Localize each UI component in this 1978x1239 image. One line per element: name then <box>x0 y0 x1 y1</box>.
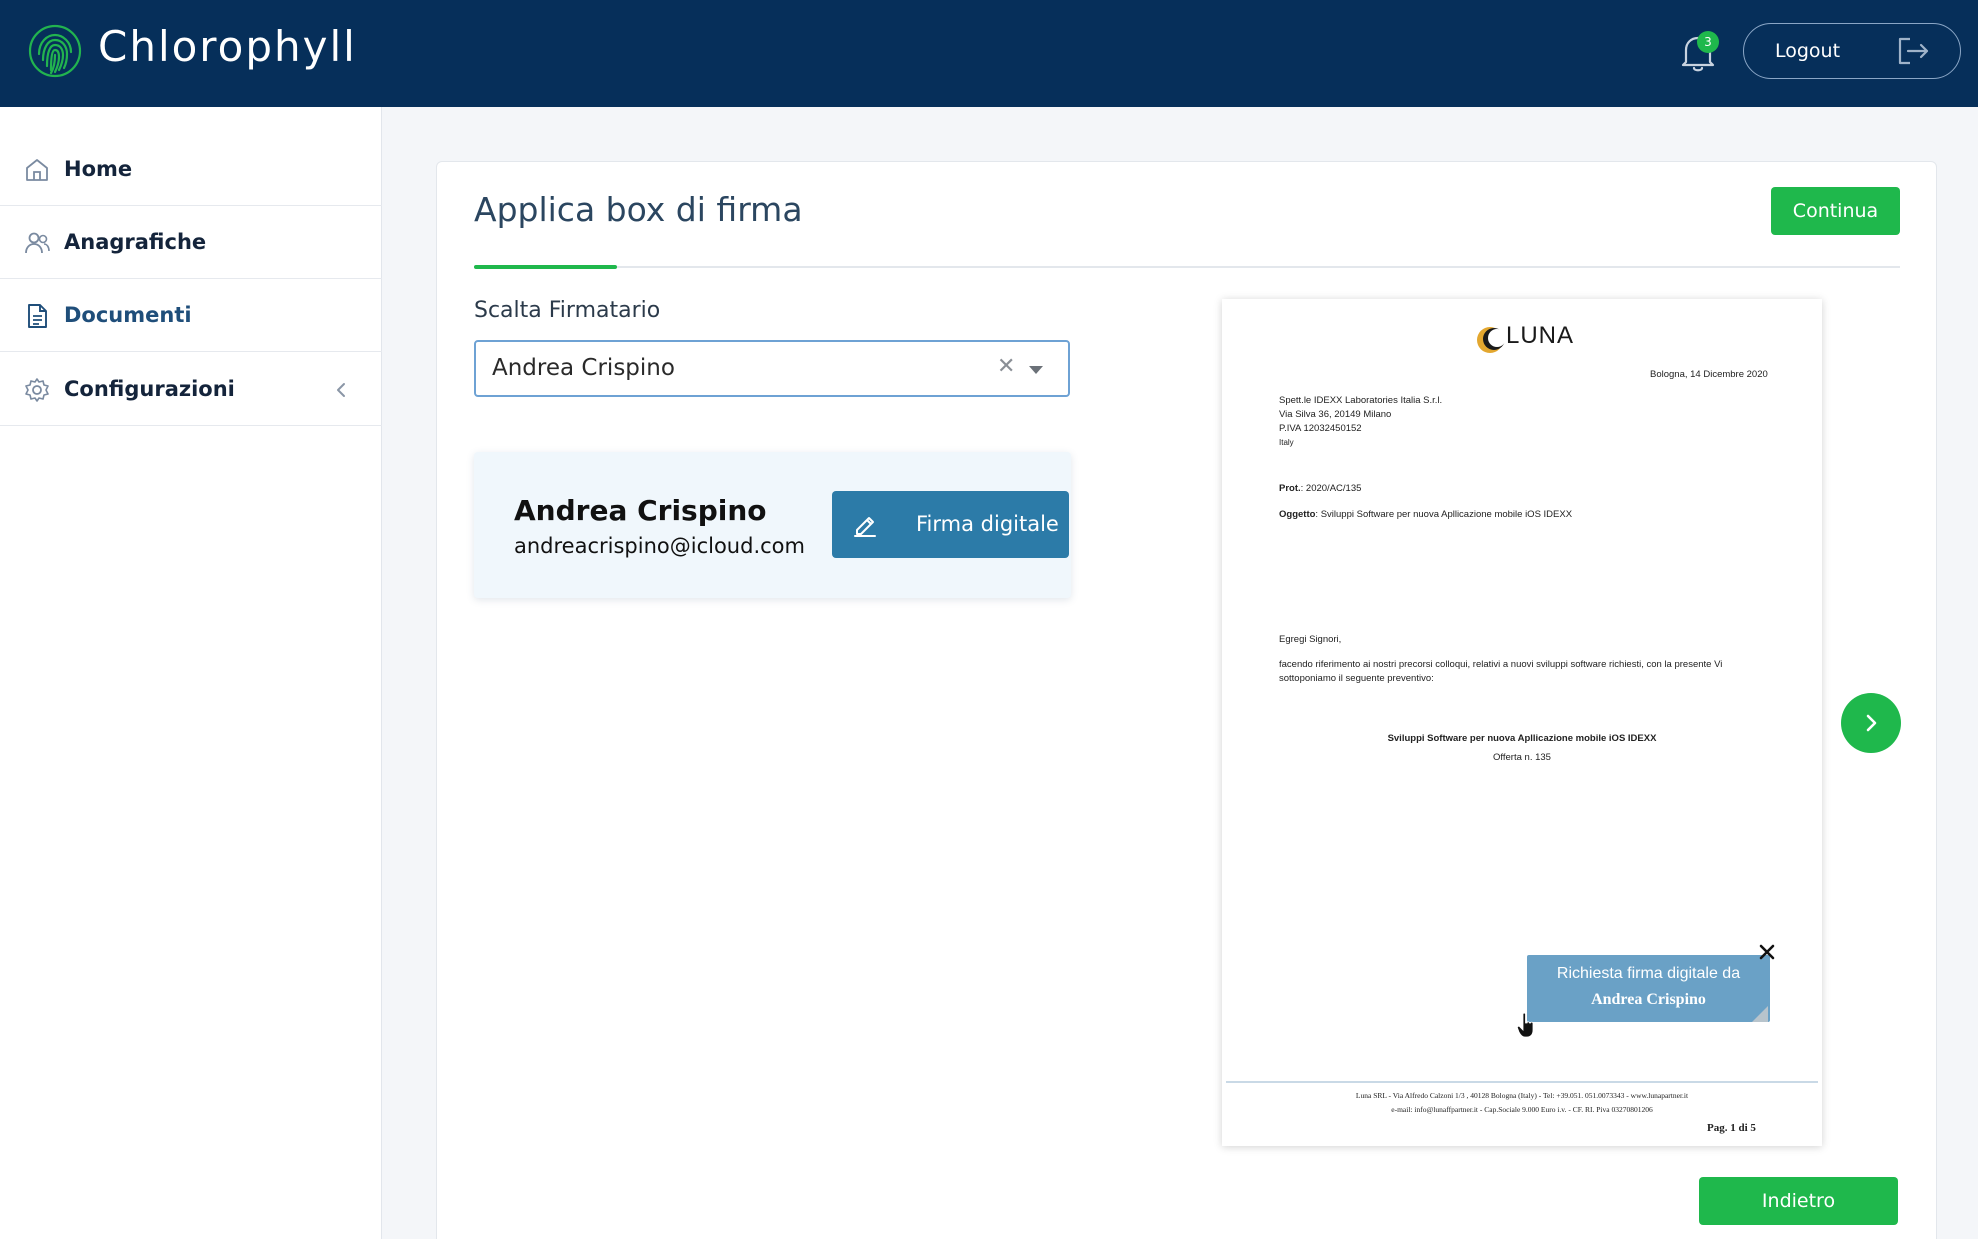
digital-signature-button[interactable]: Firma digitale <box>832 491 1069 558</box>
sidebar-item-label: Anagrafiche <box>64 230 207 254</box>
signature-box-title: Richiesta firma digitale da <box>1556 965 1741 982</box>
chevron-left-icon[interactable] <box>334 381 348 399</box>
home-icon <box>26 159 48 181</box>
doc-date: Bologna, 14 Dicembre 2020 <box>1650 369 1768 380</box>
doc-body: facendo riferimento ai nostri precorsi c… <box>1279 659 1723 684</box>
resize-handle-icon[interactable] <box>1752 1006 1768 1022</box>
doc-footer-line: e-mail: info@lunaffpartner.it - Cap.Soci… <box>1391 1105 1653 1114</box>
doc-subject-label: Oggetto <box>1279 509 1316 520</box>
clear-selection-icon[interactable]: ✕ <box>997 354 1015 379</box>
logout-label: Logout <box>1775 40 1841 62</box>
fingerprint-logo-icon <box>28 24 82 78</box>
doc-greeting: Egregi Signori, <box>1279 634 1342 645</box>
app-brand: Chlorophyll <box>98 22 357 71</box>
signature-box-signer: Andrea Crispino <box>1591 991 1706 1008</box>
signer-email: andreacrispino@icloud.com <box>514 534 805 558</box>
doc-protocol-label: Prot. <box>1279 483 1301 494</box>
doc-protocol: Prot.: 2020/AC/135 <box>1279 482 1361 496</box>
sidebar: Home Anagrafiche Documenti Configurazion… <box>0 107 382 1239</box>
doc-address-line: Italy <box>1279 438 1294 447</box>
notification-count-badge: 3 <box>1697 31 1719 53</box>
doc-address-line: Spett.le IDEXX Laboratories Italia S.r.l… <box>1279 395 1443 406</box>
logout-button[interactable]: Logout <box>1743 23 1961 79</box>
sidebar-item-label: Configurazioni <box>64 377 235 401</box>
logout-icon <box>1898 37 1929 65</box>
sidebar-item-label: Home <box>64 157 133 181</box>
doc-protocol-value: : 2020/AC/135 <box>1300 483 1362 494</box>
users-icon <box>25 232 50 254</box>
signer-select-label: Scalta Firmatario <box>474 298 661 323</box>
continue-button[interactable]: Continua <box>1771 187 1900 235</box>
doc-page-number: Pag. 1 di 5 <box>1707 1122 1756 1134</box>
dropdown-caret-icon[interactable] <box>1029 366 1043 374</box>
title-divider <box>474 266 1900 268</box>
digital-signature-label: Firma digitale <box>916 512 1059 536</box>
document-icon <box>28 304 47 328</box>
back-button[interactable]: Indietro <box>1699 1177 1898 1225</box>
top-header: Chlorophyll 3 Logout <box>0 0 1978 107</box>
luna-logo-text: LUNA <box>1506 322 1575 349</box>
signer-select[interactable]: Andrea Crispino ✕ <box>474 340 1070 397</box>
hand-cursor-icon <box>1517 1012 1534 1038</box>
chevron-right-icon <box>1866 714 1877 732</box>
doc-footer-line: Luna SRL - Via Alfredo Calzoni 1/3 , 401… <box>1355 1091 1689 1100</box>
doc-subject-line: Oggetto: Sviluppi Software per nuova Apl… <box>1279 508 1572 522</box>
doc-offer-number: Offerta n. 135 <box>1493 752 1551 763</box>
gear-icon <box>25 378 49 402</box>
signer-card: Andrea Crispino andreacrispino@icloud.co… <box>474 452 1071 598</box>
sidebar-item-configurazioni[interactable]: Configurazioni <box>0 353 382 426</box>
doc-address-line: P.IVA 12032450152 <box>1279 423 1362 434</box>
main-card: Applica box di firma Continua Scalta Fir… <box>436 161 1937 1239</box>
next-page-button[interactable] <box>1841 693 1901 753</box>
signature-box[interactable]: Richiesta firma digitale da Andrea Crisp… <box>1527 955 1770 1022</box>
signer-name: Andrea Crispino <box>514 494 767 527</box>
close-icon[interactable] <box>1757 942 1777 962</box>
document-preview: LUNA Bologna, 14 Dicembre 2020 Spett.le … <box>1222 299 1822 1146</box>
doc-subject-value: : Sviluppi Software per nuova Apllicazio… <box>1315 509 1573 520</box>
doc-offer-title: Sviluppi Software per nuova Apllicazione… <box>1387 733 1657 744</box>
sidebar-item-documenti[interactable]: Documenti <box>0 279 382 352</box>
doc-address-line: Via Silva 36, 20149 Milano <box>1279 409 1392 420</box>
sidebar-item-anagrafiche[interactable]: Anagrafiche <box>0 206 382 279</box>
sidebar-item-label: Documenti <box>64 303 192 327</box>
doc-footer-divider <box>1226 1081 1818 1083</box>
page-title: Applica box di firma <box>474 190 803 229</box>
title-accent-bar <box>474 265 617 269</box>
doc-address: Spett.le IDEXX Laboratories Italia S.r.l… <box>1279 394 1442 450</box>
signer-select-value: Andrea Crispino <box>492 355 675 381</box>
sidebar-item-home[interactable]: Home <box>0 133 382 206</box>
pencil-icon <box>854 517 876 537</box>
